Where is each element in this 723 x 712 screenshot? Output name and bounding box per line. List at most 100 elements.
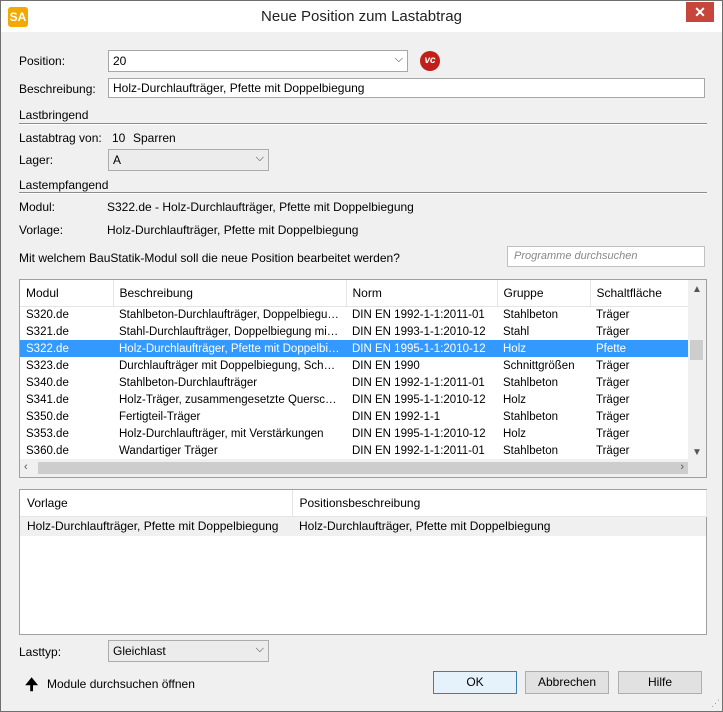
table-row[interactable]: Holz-Durchlaufträger, Pfette mit Doppelb… [20,516,706,536]
table-cell: S322.de [20,340,113,357]
table-cell: S353.de [26,427,69,440]
scroll-thumb[interactable] [38,462,688,474]
table-cell: Holz [503,427,527,440]
modul-value: S322.de - Holz-Durchlaufträger, Pfette m… [107,200,414,214]
column-header-vorlage[interactable]: Vorlage [20,490,293,517]
close-button[interactable]: ✕ [686,2,714,22]
table-row[interactable]: S320.de Stahlbeton-Durchlaufträger, Dopp… [20,306,688,323]
table-cell: S340.de [26,376,69,389]
lastabtrag-count: 10 [112,131,126,145]
scroll-up-icon[interactable]: ▲ [692,284,702,295]
chevron-down-icon: ⌵ [255,152,264,164]
table-row[interactable]: S353.de Holz-Durchlaufträger, mit Verstä… [20,425,688,442]
table-cell: Stahl-Durchlaufträger, Doppelbiegung mit… [119,325,346,338]
table-cell: DIN EN 1995-1-1:2010-12 [352,393,486,406]
table-cell: Holz [503,393,527,406]
lasttyp-label: Lasttyp: [19,645,62,659]
table-cell: DIN EN 1992-1-1:2011-01 [352,308,485,321]
dialog-window: SA Neue Position zum Lastabtrag ✕ Positi… [0,0,723,712]
vc-icon[interactable]: vc [420,51,440,71]
help-button[interactable]: Hilfe [618,671,702,694]
table-cell: Pfette [590,340,688,357]
table-cell: Träger [596,444,630,457]
title-bar: SA Neue Position zum Lastabtrag ✕ [1,1,722,32]
table-cell: Stahlbeton-Durchlaufträger [119,376,258,389]
table-cell: Holz-Durchlaufträger, mit Verstärkungen [119,427,324,440]
cancel-button[interactable]: Abbrechen [525,671,609,694]
table-cell: DIN EN 1995-1-1:2010-12 [346,340,497,357]
table-row-selected[interactable]: S322.de Holz-Durchlaufträger, Pfette mit… [20,340,688,357]
table-cell: Träger [596,359,630,372]
scroll-down-icon[interactable]: ▼ [692,447,702,458]
position-combobox[interactable]: 20 ⌵ [108,50,408,72]
column-header-schaltflaeche[interactable]: Schaltfläche [590,280,689,307]
lastbringend-section-title: Lastbringend [19,108,89,122]
position-value: 20 [113,54,127,68]
table-cell: Stahlbeton [503,410,558,423]
beschreibung-label: Beschreibung: [19,82,96,96]
column-header-modul[interactable]: Modul [20,280,114,307]
program-search-input[interactable]: Programme durchsuchen [507,246,705,267]
lastbringend-divider [19,123,707,125]
table-cell: S350.de [26,410,69,423]
ok-button[interactable]: OK [433,671,517,694]
vertical-scrollbar[interactable]: ▲ ▼ [688,280,706,460]
table-cell: Stahlbeton-Durchlaufträger, Doppelbiegun… [119,308,344,321]
table-cell: Träger [596,410,630,423]
arrow-up-icon[interactable]: 🠉 [25,674,38,701]
vorlagen-table-header: Vorlage Positionsbeschreibung [20,490,707,517]
scroll-left-icon[interactable]: ‹ [24,461,28,473]
table-row[interactable]: S340.de Stahlbeton-Durchlaufträger DIN E… [20,374,688,391]
table-cell: Fertigteil-Träger [119,410,201,423]
lasttyp-combobox[interactable]: Gleichlast ⌵ [108,640,269,662]
table-cell: Träger [596,325,630,338]
modules-table-header: Modul Beschreibung Norm Gruppe Schaltflä… [20,280,689,307]
position-label: Position: [19,54,66,68]
table-row[interactable]: S341.de Holz-Träger, zusammengesetzte Qu… [20,391,688,408]
table-row[interactable]: S323.de Durchlaufträger mit Doppelbiegun… [20,357,688,374]
table-cell: Holz-Durchlaufträger, Pfette mit Doppelb… [292,516,706,536]
lager-combobox[interactable]: A ⌵ [108,149,269,171]
table-cell: DIN EN 1990 [352,359,420,372]
table-cell: Schnittgrößen [503,359,575,372]
table-cell: Durchlaufträger mit Doppelbiegung, Schni… [119,359,346,372]
scroll-right-icon[interactable]: › [680,461,684,473]
column-header-beschreibung[interactable]: Beschreibung [113,280,347,307]
lastempfangend-section-title: Lastempfangend [19,178,109,192]
dialog-title: Neue Position zum Lastabtrag [261,8,462,25]
table-cell: S360.de [26,444,69,457]
resize-grip-icon[interactable]: ⋰ [711,698,720,709]
table-row[interactable]: S350.de Fertigteil-Träger DIN EN 1992-1-… [20,408,688,425]
table-cell: Holz-Durchlaufträger, Pfette mit Doppelb… [113,340,346,357]
table-cell: S323.de [26,359,69,372]
table-cell: Träger [596,376,630,389]
column-header-gruppe[interactable]: Gruppe [497,280,591,307]
beschreibung-input[interactable]: Holz-Durchlaufträger, Pfette mit Doppelb… [108,78,705,98]
table-cell: DIN EN 1992-1-1:2011-01 [352,444,485,457]
chevron-down-icon: ⌵ [255,643,264,655]
table-cell: S341.de [26,393,69,406]
table-row[interactable]: S360.de Wandartiger Träger DIN EN 1992-1… [20,442,688,459]
table-cell: Holz-Träger, zusammengesetzte Querschnit… [119,393,346,406]
table-row[interactable]: S321.de Stahl-Durchlaufträger, Doppelbie… [20,323,688,340]
module-search-link[interactable]: Module durchsuchen öffnen [47,677,195,691]
table-cell: S321.de [26,325,69,338]
scroll-thumb[interactable] [690,340,703,360]
column-header-positionsbeschreibung[interactable]: Positionsbeschreibung [292,490,707,517]
horizontal-scrollbar[interactable]: ‹ › [20,459,706,477]
table-cell: DIN EN 1993-1-1:2010-12 [352,325,486,338]
table-cell: Stahlbeton [503,444,558,457]
lastempfangend-divider [19,192,707,194]
table-cell: Stahlbeton [503,376,558,389]
table-cell: S320.de [26,308,69,321]
table-cell: Holz [497,340,590,357]
chevron-down-icon: ⌵ [394,53,403,65]
table-cell: Träger [596,427,630,440]
table-cell: Träger [596,308,630,321]
column-header-norm[interactable]: Norm [346,280,498,307]
lastabtrag-label: Lastabtrag von: [19,131,102,145]
modul-label: Modul: [19,200,56,214]
table-cell: DIN EN 1992-1-1:2011-01 [352,376,485,389]
table-cell: Holz-Durchlaufträger, Pfette mit Doppelb… [20,516,292,536]
lager-label: Lager: [19,153,54,167]
